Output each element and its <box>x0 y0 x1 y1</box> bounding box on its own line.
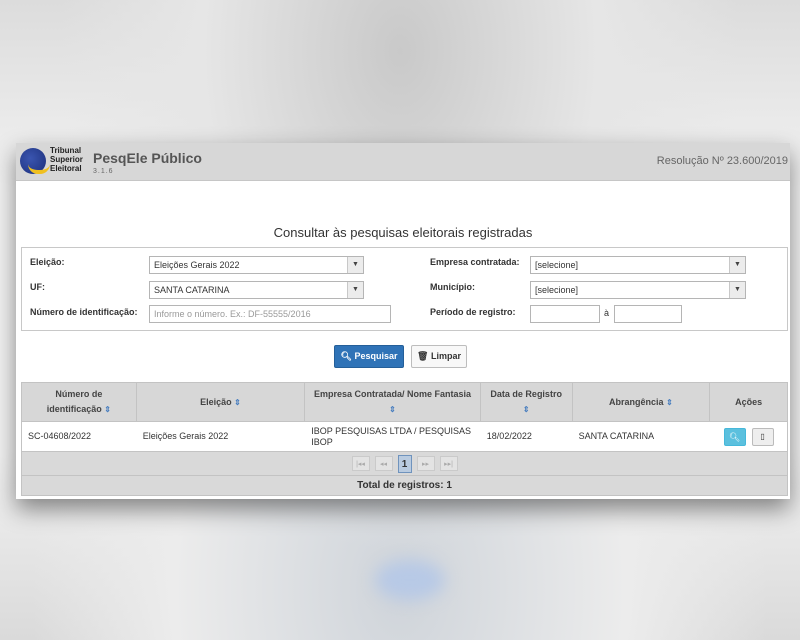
empresa-select[interactable]: [selecione] ▼ <box>530 256 746 274</box>
uf-select-value: SANTA CATARINA <box>154 285 230 295</box>
table-header: Número de identificação ⇕ Eleição ⇕ Empr… <box>21 382 788 422</box>
search-icon: 🔍︎ <box>340 351 352 361</box>
uf-select[interactable]: SANTA CATARINA ▼ <box>149 281 364 299</box>
eleicao-select-value: Eleições Gerais 2022 <box>154 260 240 270</box>
cell-eleicao: Eleições Gerais 2022 <box>142 431 229 441</box>
blurred-background-spot <box>375 560 445 600</box>
column-header-label: Data de Registro <box>490 389 562 399</box>
last-page-button[interactable]: ▸▸| <box>439 456 458 471</box>
cell-abrangencia: SANTA CATARINA <box>578 431 655 441</box>
periodo-label: Período de registro: <box>430 307 516 317</box>
column-header-label: Empresa Contratada/ Nome Fantasia <box>314 389 472 399</box>
municipio-select[interactable]: [selecione] ▼ <box>530 281 746 299</box>
cell-data: 18/02/2022 <box>486 431 532 441</box>
chevron-down-icon[interactable]: ▼ <box>729 282 745 298</box>
first-page-button[interactable]: |◂◂ <box>351 456 370 471</box>
view-details-button[interactable]: 🔍︎ <box>723 427 746 446</box>
app-header: Tribunal Superior Eleitoral PesqEle Públ… <box>16 143 790 181</box>
column-header-label: identificação <box>46 404 102 414</box>
column-header-label: Ações <box>735 396 763 407</box>
trash-icon: 🗑︎ <box>417 351 429 361</box>
sort-icon[interactable]: ⇕ <box>234 395 241 410</box>
logo-text: Tribunal Superior Eleitoral <box>50 146 83 173</box>
filter-panel: Eleição: Eleições Gerais 2022 ▼ UF: SANT… <box>21 247 788 331</box>
column-header-acoes: Ações <box>710 383 787 421</box>
clear-button-label: Limpar <box>430 351 461 361</box>
results-table: Número de identificação ⇕ Eleição ⇕ Empr… <box>21 382 788 496</box>
eleicao-select[interactable]: Eleições Gerais 2022 ▼ <box>149 256 364 274</box>
document-button[interactable]: ▯ <box>751 427 774 446</box>
uf-label: UF: <box>30 282 45 292</box>
logo-line-1: Tribunal <box>50 146 82 155</box>
numero-input[interactable]: Informe o número. Ex.: DF-55555/2016 <box>149 305 391 323</box>
empresa-select-value: [selecione] <box>535 260 579 270</box>
prev-page-button[interactable]: ◂◂ <box>374 456 393 471</box>
column-header-numero[interactable]: Número de identificação ⇕ <box>22 383 137 421</box>
next-page-button[interactable]: ▸▸ <box>416 456 435 471</box>
sort-icon[interactable]: ⇕ <box>104 405 111 414</box>
column-header-eleicao[interactable]: Eleição ⇕ <box>137 383 306 421</box>
app-title: PesqEle Público <box>93 150 202 166</box>
empresa-label: Empresa contratada: <box>430 257 520 267</box>
cell-numero: SC-04608/2022 <box>28 431 92 441</box>
chevron-down-icon[interactable]: ▼ <box>347 257 363 273</box>
total-records: Total de registros: 1 <box>21 476 788 496</box>
clear-button[interactable]: 🗑︎ Limpar <box>411 345 467 368</box>
pagination: |◂◂ ◂◂ 1 ▸▸ ▸▸| <box>21 452 788 476</box>
chevron-down-icon[interactable]: ▼ <box>347 282 363 298</box>
column-header-label: Abrangência <box>609 396 664 407</box>
column-header-empresa[interactable]: Empresa Contratada/ Nome Fantasia ⇕ <box>305 383 481 421</box>
app-window: Tribunal Superior Eleitoral PesqEle Públ… <box>16 143 790 499</box>
column-header-label: Número de <box>55 389 103 399</box>
sort-icon[interactable]: ⇕ <box>666 395 673 410</box>
logo-line-2: Superior <box>50 155 83 164</box>
periodo-end-input[interactable] <box>614 305 682 323</box>
periodo-start-input[interactable] <box>530 305 600 323</box>
page-title: Consultar às pesquisas eleitorais regist… <box>273 225 533 240</box>
periodo-separator: à <box>604 308 610 318</box>
numero-label: Número de identificação: <box>30 307 138 317</box>
chevron-down-icon[interactable]: ▼ <box>729 257 745 273</box>
tse-logo[interactable]: Tribunal Superior Eleitoral <box>20 146 90 178</box>
column-header-label: Eleição <box>200 396 232 407</box>
table-row: SC-04608/2022 Eleições Gerais 2022 IBOP … <box>21 422 788 452</box>
search-icon: 🔍︎ <box>728 431 741 442</box>
document-icon: ▯ <box>760 431 765 441</box>
eleicao-label: Eleição: <box>30 257 65 267</box>
numero-input-placeholder: Informe o número. Ex.: DF-55555/2016 <box>154 309 311 319</box>
column-header-abrangencia[interactable]: Abrangência ⇕ <box>573 383 711 421</box>
cell-acoes: 🔍︎ ▯ <box>710 422 787 451</box>
app-version: 3.1.6 <box>93 168 114 175</box>
page-number-button[interactable]: 1 <box>397 454 412 473</box>
column-header-data[interactable]: Data de Registro ⇕ <box>481 383 573 421</box>
cell-empresa: IBOP PESQUISAS LTDA / PESQUISAS IBOP <box>311 425 471 447</box>
search-button-label: Pesquisar <box>354 351 398 361</box>
sort-icon[interactable]: ⇕ <box>490 402 562 417</box>
municipio-select-value: [selecione] <box>535 285 579 295</box>
sort-icon[interactable]: ⇕ <box>314 402 471 417</box>
search-button[interactable]: 🔍︎ Pesquisar <box>334 345 404 368</box>
resolution-label: Resolução Nº 23.600/2019 <box>656 155 788 167</box>
municipio-label: Município: <box>430 282 475 292</box>
logo-line-3: Eleitoral <box>50 164 82 173</box>
